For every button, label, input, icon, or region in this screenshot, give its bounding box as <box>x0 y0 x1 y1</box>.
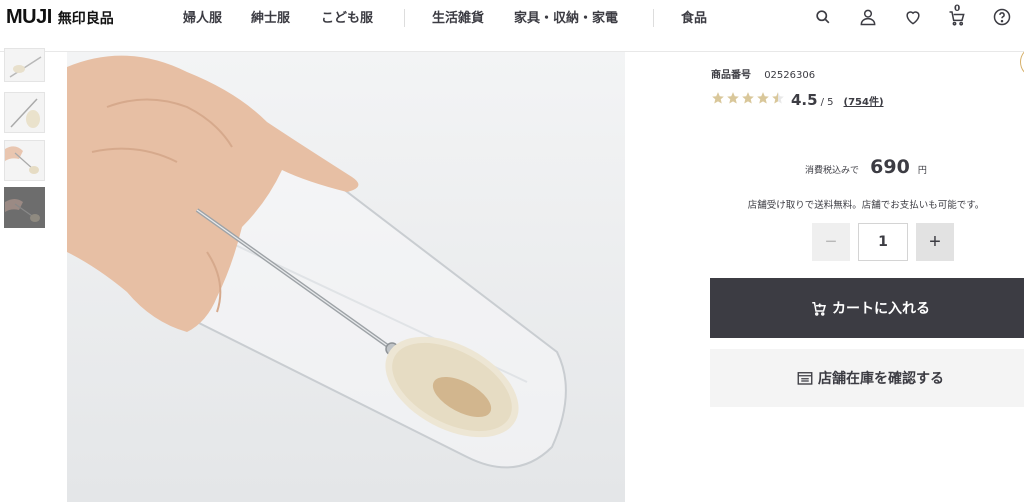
nav-kids[interactable]: こども服 <box>321 7 373 26</box>
price: 消費税込みで 690 円 <box>711 156 1021 178</box>
muji-logo[interactable]: MUJI 無印良品 <box>6 6 114 34</box>
product-code-value: 02526306 <box>764 70 816 81</box>
half-star-icon <box>772 92 784 104</box>
cart-icon[interactable]: 0 <box>946 4 968 28</box>
add-to-cart-button[interactable]: カートに入れる <box>710 278 1024 338</box>
main-product-image[interactable] <box>67 52 625 502</box>
rating-stars <box>711 91 785 105</box>
thumbnail[interactable] <box>4 140 45 181</box>
check-store-stock-button[interactable]: 店舗在庫を確認する <box>710 349 1024 407</box>
product-code-label: 商品番号 <box>711 70 751 81</box>
review-count-link[interactable]: (754件) <box>844 93 884 108</box>
nav-divider <box>653 9 654 27</box>
price-unit: 円 <box>917 166 927 176</box>
quantity-stepper: − + <box>812 223 954 261</box>
nav-mens[interactable]: 紳士服 <box>251 7 290 26</box>
heart-icon[interactable] <box>902 6 924 28</box>
star-icon <box>757 92 769 104</box>
pickup-note: 店舗受け取りで送料無料。店舗でお支払いも可能です。 <box>747 200 985 211</box>
thumbnail[interactable] <box>4 48 45 82</box>
cart-plus-icon <box>812 302 826 316</box>
add-to-cart-label: カートに入れる <box>832 301 930 317</box>
product-code: 商品番号 02526306 <box>711 66 815 81</box>
store-icon <box>797 372 813 385</box>
floating-badge[interactable] <box>1020 48 1024 76</box>
star-icon <box>742 92 754 104</box>
nav-household[interactable]: 生活雑貨 <box>432 7 484 26</box>
product-info-panel: 商品番号 02526306 4.5 / 5 (754件) 消費税込みで 690 … <box>626 48 1024 502</box>
thumbnail-active[interactable] <box>4 187 45 228</box>
price-label: 消費税込みで <box>805 166 860 176</box>
rating-value: 4.5 <box>791 91 818 109</box>
rating: 4.5 / 5 (754件) <box>711 91 884 109</box>
cart-count-badge: 0 <box>954 4 961 14</box>
user-icon[interactable] <box>857 6 879 28</box>
thumbnail[interactable] <box>4 92 45 133</box>
logo-text-jp: 無印良品 <box>57 11 114 27</box>
quantity-input[interactable] <box>858 223 908 261</box>
price-value: 690 <box>870 156 910 178</box>
nav-divider <box>404 9 405 27</box>
star-icon <box>727 92 739 104</box>
nav-womens[interactable]: 婦人服 <box>183 7 222 26</box>
decrease-quantity-button[interactable]: − <box>812 223 850 261</box>
nav-food[interactable]: 食品 <box>681 7 707 26</box>
search-icon[interactable] <box>812 6 834 28</box>
logo-text: MUJI <box>6 6 52 28</box>
increase-quantity-button[interactable]: + <box>916 223 954 261</box>
nav-furniture[interactable]: 家具・収納・家電 <box>514 7 618 26</box>
check-store-stock-label: 店舗在庫を確認する <box>818 371 944 387</box>
site-header: MUJI 無印良品 婦人服 紳士服 こども服 生活雑貨 家具・収納・家電 食品 … <box>0 0 1024 52</box>
help-icon[interactable] <box>991 6 1013 28</box>
rating-max: / 5 <box>820 97 834 108</box>
star-icon <box>712 92 724 104</box>
